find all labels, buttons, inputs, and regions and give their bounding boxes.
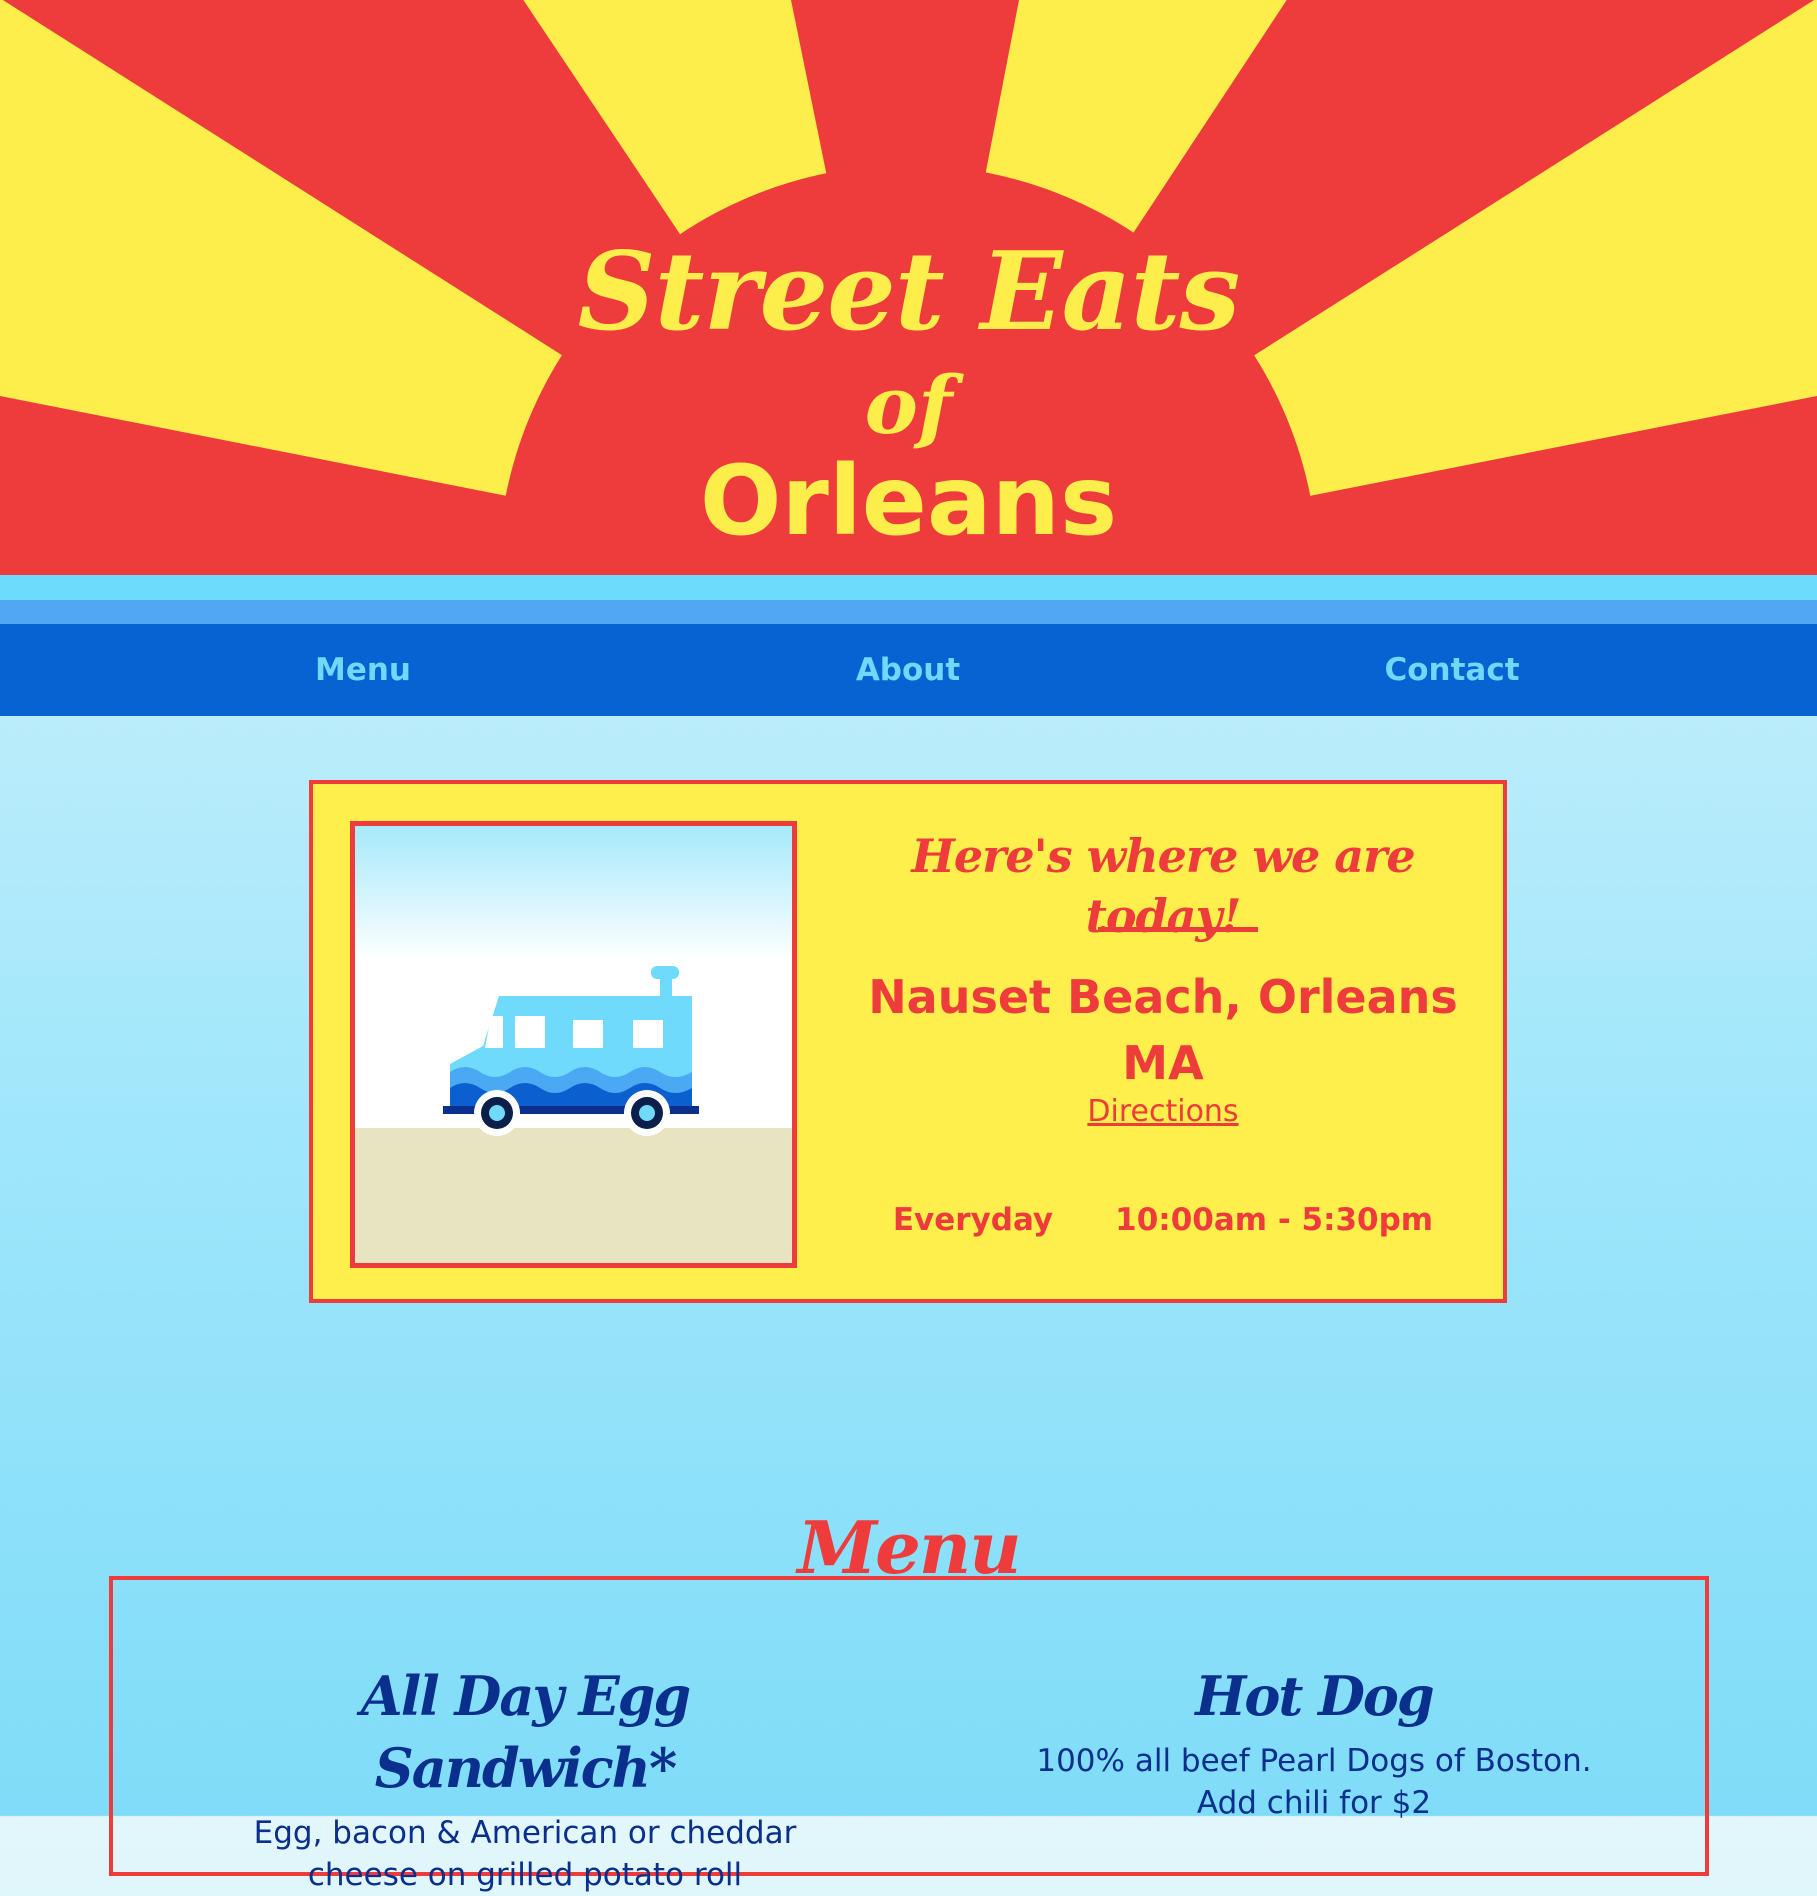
decorative-stripe-mid [0,600,1817,624]
menu-item-name: All Day Egg Sandwich* [360,1664,691,1800]
menu-item-desc-line: cheese on grilled potato roll [307,1857,743,1893]
directions-wrapper: Directions [853,1092,1473,1132]
menu-item-desc-line: 100% all beef Pearl Dogs of Boston. [1036,1743,1592,1779]
menu-item: Hot Dog 100% all beef Pearl Dogs of Bost… [1004,1660,1624,1824]
site-title-line3: Orleans [699,445,1118,557]
location-name: Nauset Beach, Orleans MA [868,970,1458,1090]
site-title-line1: Street Eats [577,229,1241,355]
nav-link-about[interactable]: About [758,624,1058,716]
divider [1098,927,1258,932]
location-info: Here's where we are today! Nauset Beach,… [853,784,1473,1299]
hours-time: 10:00am - 5:30pm [1115,1202,1434,1238]
menu-item-description: 100% all beef Pearl Dogs of Boston. Add … [1004,1740,1624,1824]
site-title-line2: of [864,358,953,452]
menu-item-desc-line: Egg, bacon & American or cheddar [253,1815,797,1851]
directions-link[interactable]: Directions [1087,1094,1238,1129]
menu-item: All Day Egg Sandwich* Egg, bacon & Ameri… [215,1660,835,1896]
food-truck-illustration [350,821,797,1268]
decorative-stripe-light [0,575,1817,600]
menu-list: All Day Egg Sandwich* Egg, bacon & Ameri… [109,1576,1709,1893]
main-nav: Menu About Contact [0,624,1817,716]
menu-item-description: Egg, bacon & American or cheddar cheese … [215,1812,835,1896]
hero-banner: Street Eats of Orleans [0,0,1817,575]
nav-link-contact[interactable]: Contact [1302,624,1602,716]
opening-hours: Everyday 10:00am - 5:30pm [853,1199,1473,1241]
food-truck-icon [355,826,792,1263]
hours-day: Everyday [892,1202,1054,1238]
location-card: Here's where we are today! Nauset Beach,… [309,780,1507,1303]
menu-item-name: Hot Dog [1195,1664,1434,1728]
nav-link-menu[interactable]: Menu [213,624,513,716]
menu-item-desc-line: Add chili for $2 [1196,1785,1432,1821]
